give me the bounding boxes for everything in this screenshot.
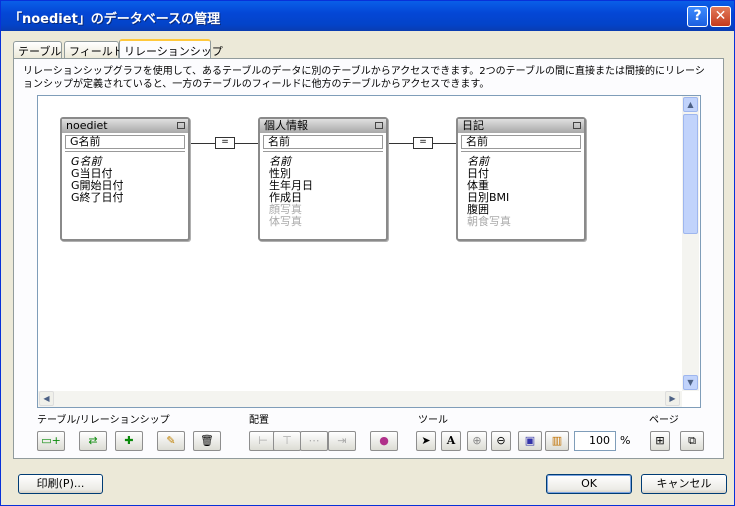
title-bar: 「noediet」のデータベースの管理 ? ✕	[1, 1, 734, 31]
group-label-page: ページ	[649, 415, 679, 426]
group-label-tools: ツール	[418, 415, 448, 426]
tab-fields[interactable]: フィールド	[64, 41, 124, 58]
window-title: 「noediet」のデータベースの管理	[9, 12, 221, 27]
tab-tables[interactable]: テーブル	[13, 41, 62, 58]
key-field: 名前	[263, 135, 383, 149]
collapse-icon[interactable]	[573, 122, 581, 129]
group-label-table: テーブル/リレーションシップ	[37, 415, 170, 426]
help-button[interactable]: ?	[687, 6, 708, 27]
distribute-icon[interactable]: ⋯	[300, 431, 328, 451]
field-item: G終了日付	[71, 191, 124, 204]
arrow-pointer-icon[interactable]: ➤	[416, 431, 436, 451]
text-tool-icon[interactable]: A	[441, 431, 461, 451]
duplicate-icon[interactable]: ✚	[115, 431, 143, 451]
scroll-down-icon[interactable]: ▼	[683, 375, 698, 390]
resize-icon[interactable]: ⇥	[328, 431, 356, 451]
collapse-icon[interactable]	[375, 122, 383, 129]
relation-equals-icon[interactable]: =	[413, 137, 433, 149]
scroll-left-icon[interactable]: ◀	[39, 391, 54, 406]
zoom-level-field[interactable]: 100	[574, 431, 616, 451]
page-setup-icon[interactable]: ⊞	[650, 431, 670, 451]
table-occurrence-diary[interactable]: 日記 名前 名前 日付 体重 日別BMI 腹囲 朝食写真	[456, 117, 586, 241]
field-list: G名前 G当日付 G開始日付 G終了日付	[65, 151, 185, 208]
field-item: 体写真	[269, 215, 302, 228]
collapse-icon[interactable]	[177, 122, 185, 129]
scroll-thumb[interactable]	[683, 114, 698, 234]
chart-toggle-icon[interactable]: ▥	[545, 431, 569, 451]
page-break-icon[interactable]: ⧉	[680, 431, 704, 451]
description-text: リレーションシップグラフを使用して、あるテーブルのデータに別のテーブルからアクセ…	[23, 66, 705, 90]
relation-equals-icon[interactable]: =	[215, 137, 235, 149]
add-table-icon[interactable]: ▭+	[37, 431, 65, 451]
align-top-icon[interactable]: ⊤	[273, 431, 301, 451]
key-field: G名前	[65, 135, 185, 149]
ok-button[interactable]: OK	[546, 474, 632, 494]
delete-trash-icon[interactable]: 🗑	[193, 431, 221, 451]
cancel-button[interactable]: キャンセル	[641, 474, 727, 494]
table-header[interactable]: 日記	[458, 119, 584, 133]
field-item: 朝食写真	[467, 215, 511, 228]
zoom-in-icon[interactable]: ⊕	[467, 431, 487, 451]
close-button[interactable]: ✕	[710, 6, 731, 27]
table-header[interactable]: noediet	[62, 119, 188, 133]
zoom-out-icon[interactable]: ⊖	[491, 431, 511, 451]
table-name: 個人情報	[264, 119, 308, 132]
horizontal-scrollbar[interactable]: ◀ ▶	[38, 391, 682, 407]
dialog-window: 「noediet」のデータベースの管理 ? ✕ テーブル フィールド リレーショ…	[0, 0, 735, 506]
scroll-right-icon[interactable]: ▶	[665, 391, 680, 406]
scroll-up-icon[interactable]: ▲	[683, 97, 698, 112]
vertical-scrollbar[interactable]: ▲ ▼	[682, 96, 699, 391]
table-name: noediet	[66, 119, 108, 132]
print-button[interactable]: 印刷(P)...	[18, 474, 103, 494]
table-header[interactable]: 個人情報	[260, 119, 386, 133]
zoom-percent-label: %	[620, 434, 631, 447]
field-list: 名前 日付 体重 日別BMI 腹囲 朝食写真	[461, 151, 581, 232]
add-relationship-icon[interactable]: ⇄	[79, 431, 107, 451]
table-occurrence-personal[interactable]: 個人情報 名前 名前 性別 生年月日 作成日 顔写真 体写真	[258, 117, 388, 241]
table-name: 日記	[462, 119, 484, 132]
fit-window-icon[interactable]: ▣	[518, 431, 542, 451]
tab-relationships[interactable]: リレーションシップ	[119, 39, 223, 59]
key-field: 名前	[461, 135, 581, 149]
edit-pencil-icon[interactable]: ✎	[157, 431, 185, 451]
color-palette-icon[interactable]: ●	[370, 431, 398, 451]
table-occurrence-noediet[interactable]: noediet G名前 G名前 G当日付 G開始日付 G終了日付	[60, 117, 190, 241]
group-label-arrange: 配置	[249, 415, 269, 426]
field-list: 名前 性別 生年月日 作成日 顔写真 体写真	[263, 151, 383, 232]
